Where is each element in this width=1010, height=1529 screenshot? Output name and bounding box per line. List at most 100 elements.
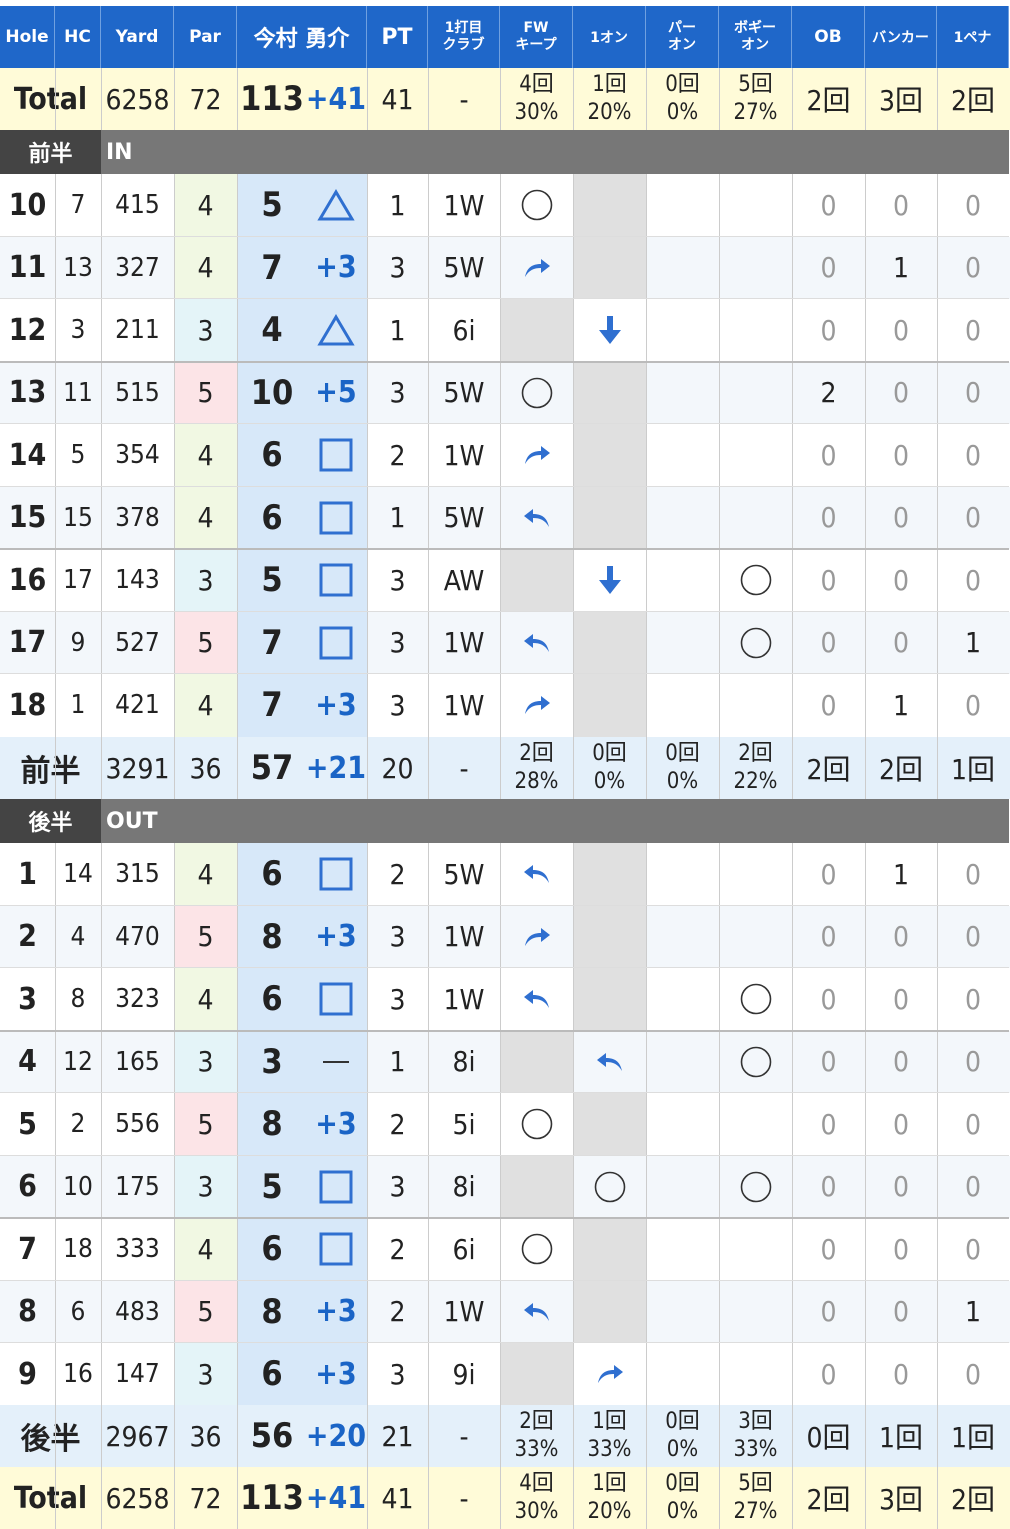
column-divider	[719, 737, 720, 799]
front-total-paron-pct: 0%	[666, 769, 699, 794]
hole-bogey	[719, 174, 792, 237]
hole-penalty: 0	[964, 920, 982, 954]
column-divider	[428, 1467, 429, 1529]
column-divider	[500, 1155, 501, 1218]
column-divider	[573, 843, 574, 906]
total-bottom-rel: +41	[305, 1480, 367, 1516]
column-divider	[500, 611, 501, 674]
column-divider	[719, 611, 720, 674]
hole-oneon	[573, 674, 646, 737]
hole-hc: 9	[70, 627, 86, 658]
total-bottom-pt: 41	[381, 1481, 414, 1515]
hole-bogey	[719, 1156, 792, 1219]
total-bottom-penalty: 2回	[950, 1483, 996, 1516]
back-total-label: 後半	[20, 1422, 81, 1457]
header-bogey-on: ボギー オン	[719, 6, 792, 68]
hole-hc: 17	[63, 565, 93, 596]
front-total-bogey: 2回 22%	[719, 737, 792, 799]
column-divider	[174, 68, 175, 130]
hole-paron	[646, 612, 719, 675]
hole-penalty: 0	[964, 376, 982, 410]
column-divider	[101, 1155, 102, 1218]
column-divider	[937, 843, 938, 906]
hole-bunker: 0	[892, 501, 910, 535]
column-divider	[937, 1093, 938, 1156]
hole-putts: 3	[389, 920, 406, 954]
column-divider	[55, 299, 56, 362]
total-bottom-paron-count: 0回	[665, 1471, 700, 1496]
column-divider	[792, 905, 793, 968]
column-divider	[937, 905, 938, 968]
hole-number: 15	[8, 500, 47, 536]
hole-yard: 515	[115, 377, 160, 408]
column-divider	[174, 1155, 175, 1218]
column-divider	[937, 737, 938, 799]
hole-relative-to-par	[305, 1156, 367, 1219]
hole-par: 5	[174, 1093, 237, 1156]
hole-paron	[646, 843, 719, 906]
back-total-club: -	[459, 1419, 469, 1453]
column-divider	[428, 361, 429, 424]
header-ob: OB	[792, 6, 865, 68]
column-divider	[367, 1093, 368, 1156]
hole-ob: 0	[820, 1295, 837, 1329]
hole-bogey	[719, 1093, 792, 1156]
column-divider	[646, 299, 647, 362]
column-divider	[937, 674, 938, 737]
hole-bogey	[719, 843, 792, 906]
row-divider	[0, 1342, 1009, 1343]
hole-fw	[500, 174, 573, 237]
column-divider	[937, 486, 938, 549]
column-divider	[237, 299, 238, 362]
hole-ob: 2	[820, 376, 837, 410]
hole-score: 10	[250, 372, 294, 413]
column-divider	[937, 1155, 938, 1218]
row-divider	[0, 904, 1009, 906]
hole-number: 8	[18, 1294, 37, 1330]
hole-ob: 0	[820, 1170, 837, 1204]
column-divider	[792, 1467, 793, 1529]
header-hole: Hole	[0, 6, 55, 68]
column-divider	[55, 486, 56, 549]
back-total-yard: 2967	[105, 1419, 170, 1453]
column-divider	[792, 174, 793, 237]
column-divider	[55, 1343, 56, 1406]
hole-ob: 0	[820, 688, 837, 722]
hole-first-club: 8i	[452, 1045, 476, 1079]
hit-circle-icon	[740, 1171, 771, 1203]
column-divider	[646, 1405, 647, 1467]
hole-score: 6	[261, 497, 283, 538]
column-divider	[500, 1405, 501, 1467]
hole-bogey	[719, 424, 792, 487]
hole-par: 4	[174, 424, 237, 487]
column-divider	[646, 674, 647, 737]
hole-score: 5	[261, 185, 283, 226]
column-divider	[174, 611, 175, 674]
column-divider	[573, 1030, 574, 1093]
total-bottom-yard: 6258	[105, 1481, 170, 1515]
hole-hc: 14	[63, 859, 93, 890]
hole-ob: 0	[820, 1232, 837, 1266]
header-fw-keep: FW キープ	[500, 6, 573, 68]
column-divider	[101, 68, 102, 130]
hole-putts: 1	[389, 313, 406, 347]
column-divider	[367, 1467, 368, 1529]
column-divider	[237, 1030, 238, 1093]
column-divider	[573, 299, 574, 362]
hole-ob: 0	[820, 857, 837, 891]
hole-relative-to-par	[305, 299, 367, 362]
hole-relative-to-par: +3	[315, 687, 357, 723]
back-total-ob: 0回	[806, 1421, 851, 1454]
left-arrow-icon	[523, 508, 549, 527]
row-divider	[0, 1092, 1009, 1093]
par-dash-icon	[323, 1060, 349, 1063]
front-total-oneon-pct: 0%	[593, 769, 626, 794]
hole-paron	[646, 968, 719, 1031]
column-divider	[174, 905, 175, 968]
column-divider	[719, 1030, 720, 1093]
column-divider	[865, 1155, 866, 1218]
front-section-label: 前半	[0, 130, 101, 174]
column-divider	[174, 424, 175, 487]
column-divider	[101, 737, 102, 799]
hole-hc: 4	[70, 921, 86, 952]
